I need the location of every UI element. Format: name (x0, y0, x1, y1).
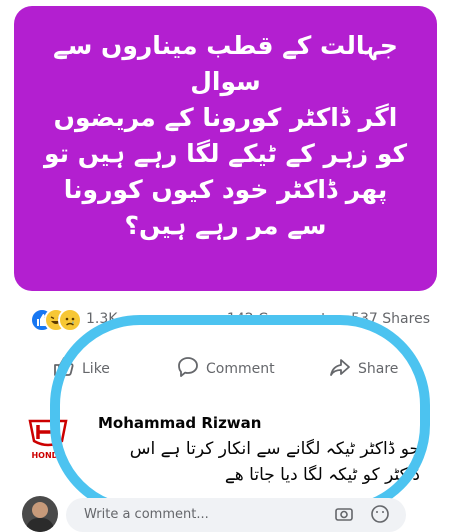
comment-input[interactable]: Write a comment... (66, 498, 406, 532)
post-text-line: سے مر رہے ہیں؟ (124, 211, 327, 240)
post-text-line: اگر ڈاکٹر کورونا کے مریضوں (53, 103, 398, 132)
camera-icon[interactable] (334, 504, 354, 528)
sad-reaction-icon[interactable] (58, 308, 82, 332)
post-card: جہالت کے قطب میناروں سے سوال اگر ڈاکٹر ک… (14, 6, 437, 291)
post-text-line: کو زہر کے ٹیکے لگا رہے ہیں تو (43, 139, 408, 168)
comment-composer: Write a comment... (0, 496, 450, 532)
post-text-line: سوال (190, 67, 261, 96)
post-text-line: پھر ڈاکٹر خود کیوں کورونا (63, 175, 388, 204)
post-text-line: جہالت کے قطب میناروں سے (53, 31, 398, 60)
highlight-circle (50, 315, 430, 515)
comment-placeholder: Write a comment... (84, 507, 209, 522)
post-text: جہالت کے قطب میناروں سے سوال اگر ڈاکٹر ک… (34, 28, 417, 244)
emoji-icon[interactable] (370, 504, 390, 528)
user-avatar[interactable] (22, 496, 58, 532)
